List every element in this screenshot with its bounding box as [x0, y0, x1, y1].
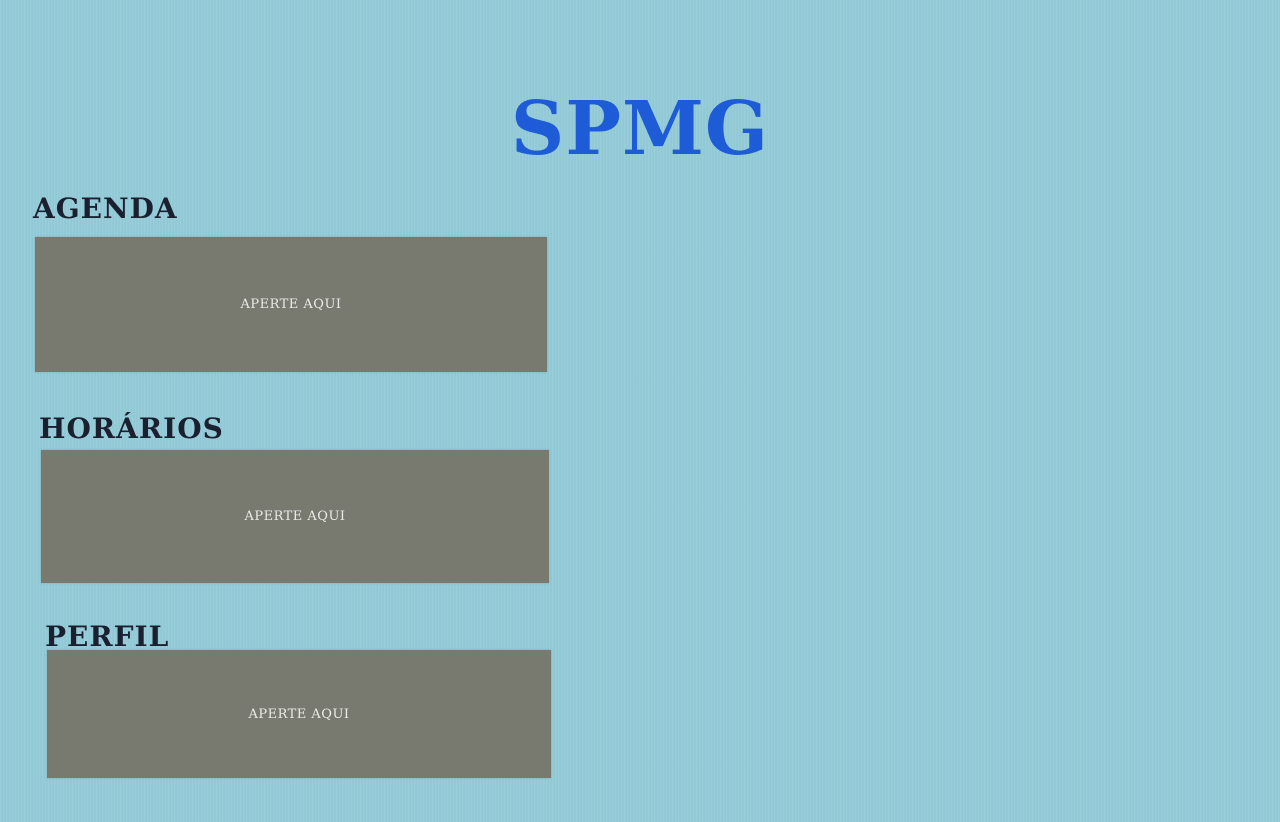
agenda-button[interactable]: APERTE AQUI [35, 237, 547, 372]
horarios-heading: HORÁRIOS [39, 412, 224, 445]
app-title: SPMG [510, 86, 770, 172]
horarios-button[interactable]: APERTE AQUI [41, 450, 549, 583]
agenda-button-label: APERTE AQUI [240, 297, 342, 312]
agenda-heading: AGENDA [33, 192, 178, 225]
perfil-button-label: APERTE AQUI [248, 706, 350, 722]
horarios-button-label: APERTE AQUI [244, 509, 346, 524]
perfil-heading: PERFIL [45, 620, 170, 653]
perfil-button[interactable]: APERTE AQUI [47, 650, 551, 778]
